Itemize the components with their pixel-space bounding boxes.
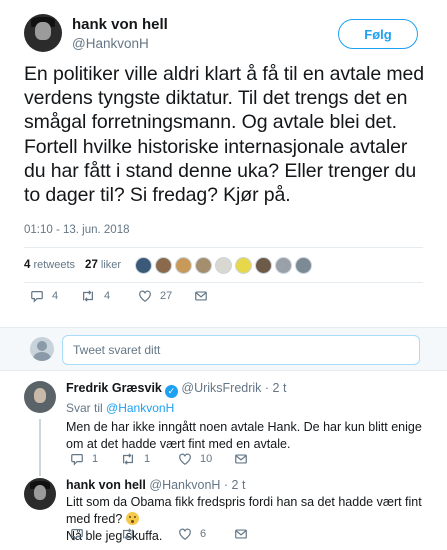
likers-avatars [135,256,315,274]
reply-count: 4 [52,290,59,302]
message-icon [235,454,247,464]
reply-icon [71,454,83,466]
tweet-text: En politiker ville aldri klart å få til … [24,63,425,207]
message-icon [235,529,247,539]
reply-author-name[interactable]: Fredrik Græsvik [66,381,162,395]
direct-message-button[interactable] [194,289,208,303]
reply-author-handle[interactable]: @UriksFredrik [181,381,261,395]
reply-to-handle-link[interactable]: @HankvonH [106,401,174,415]
reply-text-line: Litt som da Obama fikk fredspris fordi h… [66,495,422,526]
reply-composer [0,327,447,371]
heart-icon [179,528,191,540]
liker-avatar[interactable] [275,256,293,274]
reply-author-handle[interactable]: @HankvonH [149,478,220,492]
reply-input[interactable] [62,335,420,365]
tweet-actions: 4 4 27 [30,289,208,303]
liker-avatar[interactable] [175,256,193,274]
like-button[interactable]: 10 [178,452,234,466]
retweet-button[interactable]: 1 [120,452,178,466]
retweet-button[interactable]: 4 [80,289,138,303]
reply-meta: hank von hell @HankvonH · 2 t [66,478,245,492]
tweet-header: hank von hell @HankvonH Følg [24,14,424,56]
author-avatar[interactable] [24,14,62,52]
retweet-count: 1 [144,453,151,465]
retweets-count[interactable]: 4 [24,259,30,271]
reply-button[interactable]: 1 [70,452,120,466]
heart-icon [179,453,191,465]
tweet-stats: 4 retweets 27 liker [24,252,315,278]
retweet-icon [123,528,133,540]
liker-avatar[interactable] [235,256,253,274]
reply-time[interactable]: · 2 t [265,381,287,395]
author-name[interactable]: hank von hell [72,16,168,33]
retweet-icon [123,453,133,465]
like-count: 27 [160,290,173,302]
reply-actions: 6 [70,527,248,541]
liker-avatar[interactable] [295,256,313,274]
direct-message-button[interactable] [234,452,248,466]
liker-avatar[interactable] [135,256,153,274]
retweets-label[interactable]: retweets [33,259,75,271]
reply-text: Men de har ikke inngått noen avtale Hank… [66,420,422,451]
divider [24,282,423,283]
reply-author-avatar[interactable] [24,381,56,413]
message-icon [195,291,207,301]
current-user-avatar [30,337,54,361]
liker-avatar[interactable] [215,256,233,274]
direct-message-button[interactable] [234,527,248,541]
retweet-count: 4 [104,290,111,302]
reply-actions: 1 1 10 [70,452,248,466]
reply-to-prefix: Svar til [66,401,103,415]
reply-icon [31,291,43,303]
retweet-button[interactable] [120,527,178,541]
reply-button[interactable]: 4 [30,289,80,303]
reply-to-line: Svar til @HankvonH [66,401,174,415]
liker-avatar[interactable] [195,256,213,274]
like-button[interactable]: 27 [138,289,194,303]
tweet-timestamp[interactable]: 01:10 - 13. jun. 2018 [24,224,130,236]
like-count: 10 [200,453,213,465]
thread-connector [39,419,41,476]
divider [24,247,423,248]
like-count: 6 [200,528,207,540]
likes-count[interactable]: 27 [85,259,98,271]
reply-time[interactable]: · 2 t [224,478,246,492]
like-button[interactable]: 6 [178,527,234,541]
reply-icon [71,529,83,541]
author-handle[interactable]: @HankvonH [72,36,149,51]
reply-author-avatar[interactable] [24,478,56,510]
liker-avatar[interactable] [155,256,173,274]
heart-icon [139,290,151,302]
liker-avatar[interactable] [255,256,273,274]
reply-meta: Fredrik Græsvik ✓ @UriksFredrik · 2 t [66,381,286,398]
flushed-face-icon [125,512,139,525]
retweet-icon [83,290,93,302]
reply-button[interactable] [70,527,120,541]
reply-author-name[interactable]: hank von hell [66,478,146,492]
verified-icon: ✓ [164,385,178,398]
likes-label[interactable]: liker [101,259,121,271]
reply-count: 1 [92,453,99,465]
follow-button[interactable]: Følg [338,19,418,49]
